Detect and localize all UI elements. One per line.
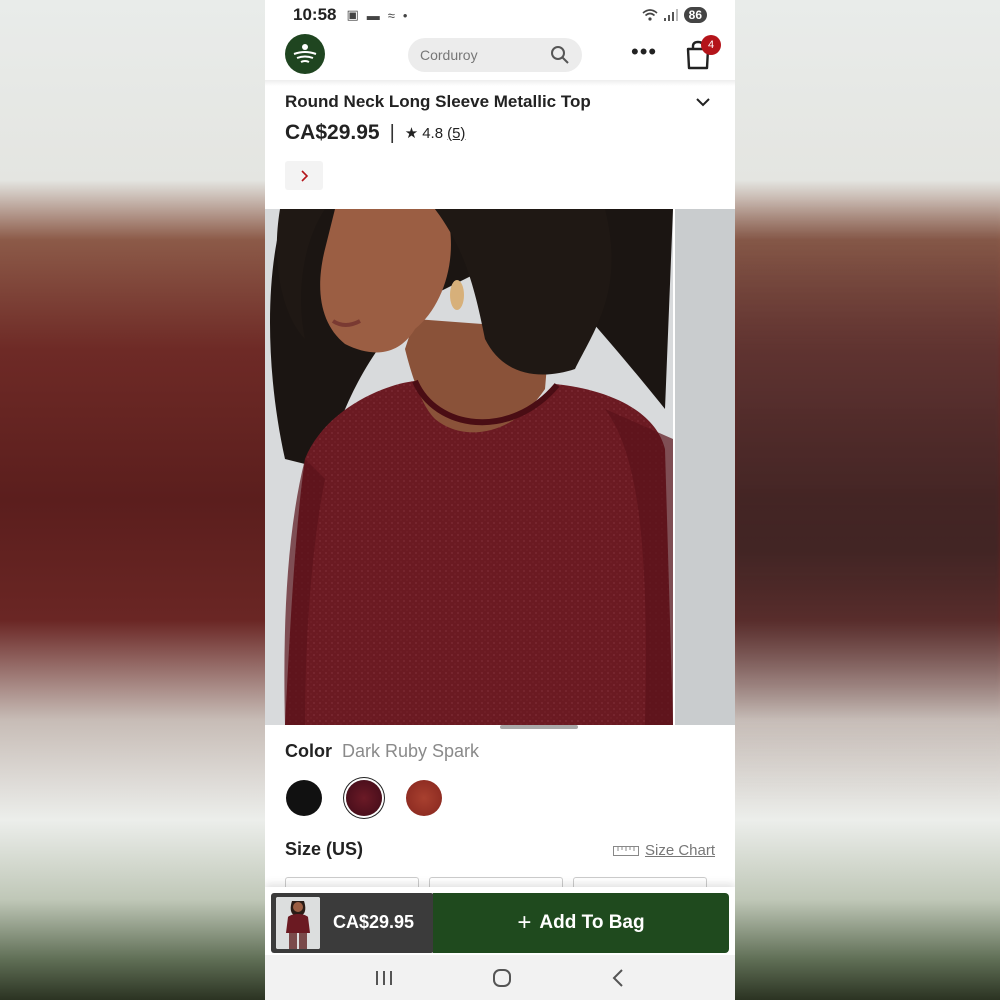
- notification-icon: ▬: [366, 7, 380, 23]
- product-price: CA$29.95: [285, 121, 380, 144]
- model-illustration: [265, 209, 673, 725]
- add-to-bag-button[interactable]: + Add To Bag: [433, 893, 729, 953]
- search-input[interactable]: Corduroy: [408, 38, 582, 72]
- color-swatch-black[interactable]: [286, 780, 322, 816]
- phone-screen: 10:58 ▣ ▬ ≈ • 86 Corduroy ••• 4 Round Ne…: [265, 0, 735, 1000]
- screenshot-icon: ▣: [346, 7, 359, 22]
- dot-icon: •: [402, 7, 408, 23]
- chevron-down-icon[interactable]: [695, 96, 711, 108]
- color-label: Color: [285, 741, 332, 761]
- size-label: Size (US): [285, 839, 364, 859]
- sticky-price: CA$29.95: [333, 912, 415, 932]
- sticky-purchase-bar: CA$29.95 + Add To Bag: [265, 887, 735, 955]
- signal-icon: [663, 9, 678, 21]
- cart-count-badge: 4: [701, 35, 721, 55]
- background-left: [0, 0, 265, 1000]
- thumbnail-illustration: [276, 897, 320, 949]
- logo-icon: [293, 44, 317, 63]
- search-placeholder: Corduroy: [420, 47, 478, 63]
- plus-icon: +: [517, 909, 532, 936]
- rating-value: 4.8: [422, 124, 444, 142]
- add-to-bag-label: Add To Bag: [539, 912, 645, 933]
- reviews-link[interactable]: (5): [447, 125, 465, 142]
- sticky-price-panel: CA$29.95: [271, 893, 434, 953]
- system-nav-bar: [265, 955, 735, 1000]
- search-icon: [551, 46, 569, 64]
- product-title: Round Neck Long Sleeve Metallic Top: [285, 92, 591, 111]
- color-swatch-rust[interactable]: [406, 780, 442, 816]
- recent-apps-icon[interactable]: [374, 969, 394, 987]
- more-options-icon[interactable]: •••: [631, 41, 657, 63]
- price-separator: |: [389, 121, 395, 144]
- next-button[interactable]: [285, 161, 323, 190]
- brand-logo[interactable]: [285, 34, 325, 74]
- status-time: 10:58: [293, 5, 337, 24]
- product-thumbnail: [276, 897, 320, 949]
- image-scroll-indicator: [500, 725, 578, 729]
- back-icon[interactable]: [610, 968, 626, 988]
- status-bar: 10:58 ▣ ▬ ≈ • 86: [265, 0, 735, 30]
- battery-indicator: 86: [683, 7, 707, 23]
- size-chart-label: Size Chart: [645, 842, 716, 859]
- price-rating-line: CA$29.95 | ★ 4.8 (5): [285, 121, 465, 145]
- header-divider: [265, 80, 735, 86]
- chevron-right-icon: [301, 169, 309, 182]
- color-row: Color Dark Ruby Spark: [285, 741, 479, 762]
- size-chart-link[interactable]: Size Chart: [613, 842, 715, 859]
- star-icon: ★: [404, 125, 419, 142]
- home-icon[interactable]: [491, 967, 513, 989]
- color-swatch-dark-ruby-spark[interactable]: [346, 780, 382, 816]
- background-right: [735, 0, 1000, 1000]
- wifi-icon: [642, 9, 658, 21]
- hotspot-icon: ≈: [387, 7, 395, 23]
- app-header: Corduroy ••• 4: [265, 30, 735, 80]
- selected-color-name: Dark Ruby Spark: [342, 741, 480, 761]
- ruler-icon: [613, 845, 639, 856]
- next-product-image[interactable]: [675, 209, 735, 725]
- product-image[interactable]: [265, 209, 673, 725]
